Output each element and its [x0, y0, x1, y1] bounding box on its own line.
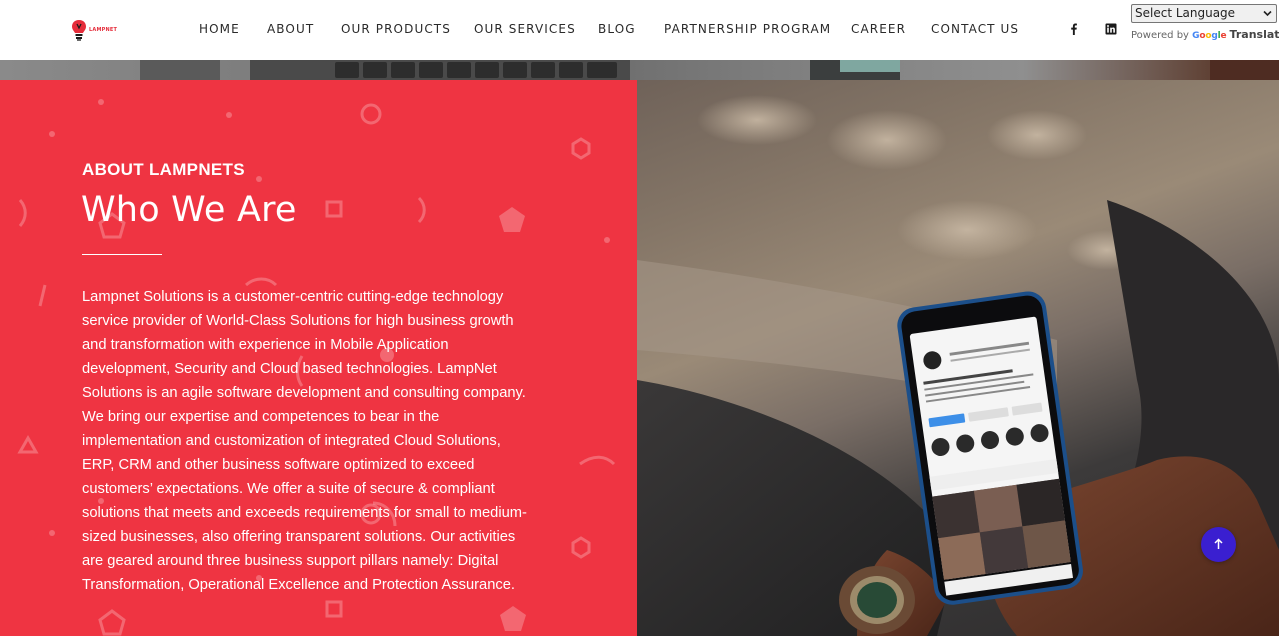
- hero-image-strip: [0, 60, 1279, 80]
- section-kicker: ABOUT LAMPNETS: [82, 160, 245, 179]
- nav-contact-us[interactable]: CONTACT US: [931, 22, 1019, 36]
- nav-partnership-program[interactable]: PARTNERSHIP PROGRAM: [664, 22, 831, 36]
- site-header: LAMPNET HOME ABOUT OUR PRODUCTS OUR SERV…: [0, 0, 1279, 60]
- about-description: Lampnet Solutions is a customer-centric …: [82, 289, 527, 593]
- title-divider: [82, 254, 162, 255]
- about-section: ABOUT LAMPNETS Who We Are Lampnet Soluti…: [0, 80, 637, 636]
- language-select[interactable]: Select Language: [1131, 4, 1277, 23]
- nav-blog[interactable]: BLOG: [598, 22, 636, 36]
- logo-text: LAMPNET: [89, 27, 118, 33]
- facebook-icon[interactable]: [1068, 23, 1080, 35]
- logo[interactable]: LAMPNET: [70, 18, 118, 44]
- powered-by-text: Powered by: [1131, 30, 1189, 41]
- nav-our-services[interactable]: OUR SERVICES: [474, 22, 576, 36]
- scroll-to-top-button[interactable]: [1201, 527, 1236, 562]
- google-translate-attribution: Powered by Google Translate: [1131, 28, 1279, 42]
- arrow-up-icon: [1214, 538, 1223, 549]
- keyboard-photo: [140, 60, 1279, 80]
- language-select-value: Select Language: [1135, 6, 1236, 20]
- google-logo: Google: [1192, 31, 1227, 41]
- nav-our-products[interactable]: OUR PRODUCTS: [341, 22, 451, 36]
- lamp-logo-icon: [72, 20, 86, 41]
- section-title: Who We Are: [81, 190, 297, 230]
- linkedin-icon[interactable]: [1105, 23, 1117, 35]
- translate-link[interactable]: Translate: [1230, 28, 1279, 41]
- nav-home[interactable]: HOME: [199, 22, 240, 36]
- phone-in-hand-photo: [637, 95, 1279, 636]
- nav-about[interactable]: ABOUT: [267, 22, 314, 36]
- chevron-down-icon: [1263, 10, 1272, 17]
- hero-photo: [637, 80, 1279, 636]
- nav-career[interactable]: CAREER: [851, 22, 906, 36]
